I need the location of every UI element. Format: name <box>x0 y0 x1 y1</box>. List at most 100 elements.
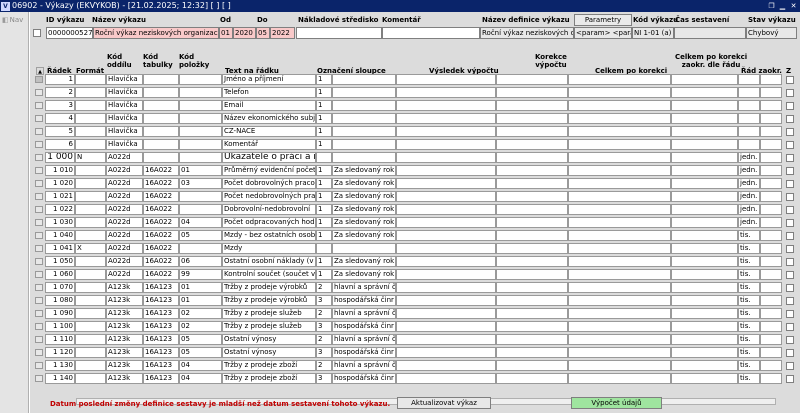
row-rad-extra[interactable] <box>760 321 782 332</box>
row-z-checkbox[interactable] <box>786 154 794 162</box>
row-vysledek[interactable] <box>396 74 496 85</box>
row-korekce[interactable] <box>496 217 568 228</box>
row-z-checkbox[interactable] <box>786 115 794 123</box>
row-vysledek[interactable] <box>396 373 496 384</box>
row-korekce[interactable] <box>496 360 568 371</box>
row-korekce[interactable] <box>496 126 568 137</box>
row-korekce[interactable] <box>496 295 568 306</box>
row-z-checkbox[interactable] <box>786 310 794 318</box>
close-icon[interactable]: ✕ <box>789 2 798 11</box>
row-selector[interactable] <box>35 310 43 317</box>
row-z-checkbox[interactable] <box>786 336 794 344</box>
row-selector[interactable] <box>35 219 43 226</box>
row-celkem[interactable] <box>568 178 671 189</box>
od-year-field[interactable]: 2020 <box>233 27 256 39</box>
row-korekce[interactable] <box>496 87 568 98</box>
row-korekce[interactable] <box>496 204 568 215</box>
restore-window-icon[interactable]: ❐ <box>767 2 776 11</box>
row-celkem[interactable] <box>568 165 671 176</box>
row-celkem[interactable] <box>568 334 671 345</box>
row-z-checkbox[interactable] <box>786 102 794 110</box>
row-korekce[interactable] <box>496 152 568 163</box>
row-vysledek[interactable] <box>396 334 496 345</box>
update-report-button[interactable]: Aktualizovat výkaz <box>397 397 491 409</box>
row-vysledek[interactable] <box>396 269 496 280</box>
row-celkem[interactable] <box>568 243 671 254</box>
row-korekce[interactable] <box>496 282 568 293</box>
row-celkem-zaokr[interactable] <box>671 113 738 124</box>
table-row[interactable]: 1 110 A123k 16A123 05 Ostatní výnosy 2 hlavní … <box>30 334 800 345</box>
row-celkem[interactable] <box>568 100 671 111</box>
row-korekce[interactable] <box>496 256 568 267</box>
row-celkem[interactable] <box>568 295 671 306</box>
row-celkem[interactable] <box>568 308 671 319</box>
row-selector[interactable] <box>35 271 43 278</box>
row-rad-extra[interactable] <box>760 191 782 202</box>
row-celkem-zaokr[interactable] <box>671 100 738 111</box>
row-vysledek[interactable] <box>396 126 496 137</box>
row-celkem-zaokr[interactable] <box>671 334 738 345</box>
row-selector[interactable] <box>35 336 43 343</box>
row-celkem[interactable] <box>568 113 671 124</box>
table-row[interactable]: 1 100 A123k 16A123 02 Tržby z prodeje služeb… <box>30 321 800 332</box>
name-field[interactable]: Roční výkaz neziskových organizací, b <box>93 27 219 39</box>
row-korekce[interactable] <box>496 178 568 189</box>
row-selector[interactable] <box>35 180 43 187</box>
table-row[interactable]: 1 120 A123k 16A123 05 Ostatní výnosy 3 hospodá… <box>30 347 800 358</box>
row-rad-extra[interactable] <box>760 308 782 319</box>
table-row[interactable]: 4 Hlavička Název ekonomického subje 1 <box>30 113 800 124</box>
table-row[interactable]: 1 090 A123k 16A123 02 Tržby z prodeje služeb… <box>30 308 800 319</box>
row-celkem[interactable] <box>568 321 671 332</box>
row-vysledek[interactable] <box>396 100 496 111</box>
row-vysledek[interactable] <box>396 204 496 215</box>
row-rad-extra[interactable] <box>760 269 782 280</box>
parameters-button[interactable]: Parametry <box>574 14 632 26</box>
row-korekce[interactable] <box>496 230 568 241</box>
row-celkem[interactable] <box>568 126 671 137</box>
row-selector[interactable] <box>35 232 43 239</box>
row-z-checkbox[interactable] <box>786 258 794 266</box>
row-selector[interactable] <box>35 323 43 330</box>
row-rad-extra[interactable] <box>760 256 782 267</box>
row-celkem-zaokr[interactable] <box>671 321 738 332</box>
row-selector[interactable] <box>35 284 43 291</box>
row-rad-extra[interactable] <box>760 152 782 163</box>
row-celkem[interactable] <box>568 256 671 267</box>
row-rad-extra[interactable] <box>760 373 782 384</box>
row-vysledek[interactable] <box>396 308 496 319</box>
row-selector[interactable] <box>35 297 43 304</box>
row-vysledek[interactable] <box>396 243 496 254</box>
row-rad-extra[interactable] <box>760 74 782 85</box>
row-z-checkbox[interactable] <box>786 206 794 214</box>
row-rad-extra[interactable] <box>760 282 782 293</box>
row-korekce[interactable] <box>496 139 568 150</box>
row-z-checkbox[interactable] <box>786 141 794 149</box>
row-celkem-zaokr[interactable] <box>671 243 738 254</box>
row-selector[interactable] <box>35 76 43 83</box>
row-z-checkbox[interactable] <box>786 245 794 253</box>
cost-center-field[interactable] <box>296 27 382 39</box>
row-celkem[interactable] <box>568 217 671 228</box>
table-row[interactable]: 1 030 A022d 16A022 04 Počet odpracovaných ho… <box>30 217 800 228</box>
row-korekce[interactable] <box>496 373 568 384</box>
row-vysledek[interactable] <box>396 87 496 98</box>
row-selector[interactable] <box>35 362 43 369</box>
table-row[interactable]: 1 Hlavička Jméno a příjmení 1 <box>30 74 800 85</box>
row-selector[interactable] <box>35 375 43 382</box>
row-vysledek[interactable] <box>396 295 496 306</box>
row-vysledek[interactable] <box>396 217 496 228</box>
table-row[interactable]: 1 041 X A022d 16A022 Mzdy tis. <box>30 243 800 254</box>
table-row[interactable]: 1 040 A022d 16A022 05 Mzdy - bez ostatních o… <box>30 230 800 241</box>
row-vysledek[interactable] <box>396 347 496 358</box>
row-celkem-zaokr[interactable] <box>671 139 738 150</box>
row-celkem-zaokr[interactable] <box>671 178 738 189</box>
row-korekce[interactable] <box>496 269 568 280</box>
row-celkem[interactable] <box>568 139 671 150</box>
row-rad-extra[interactable] <box>760 230 782 241</box>
row-celkem-zaokr[interactable] <box>671 165 738 176</box>
row-vysledek[interactable] <box>396 256 496 267</box>
table-row[interactable]: 1 000NA022d Ukazatele o práci a mzo jedn. <box>30 152 800 163</box>
row-rad-extra[interactable] <box>760 295 782 306</box>
table-row[interactable]: 1 050 A022d 16A022 06 Ostatní osobní náklady… <box>30 256 800 267</box>
row-rad-extra[interactable] <box>760 243 782 254</box>
